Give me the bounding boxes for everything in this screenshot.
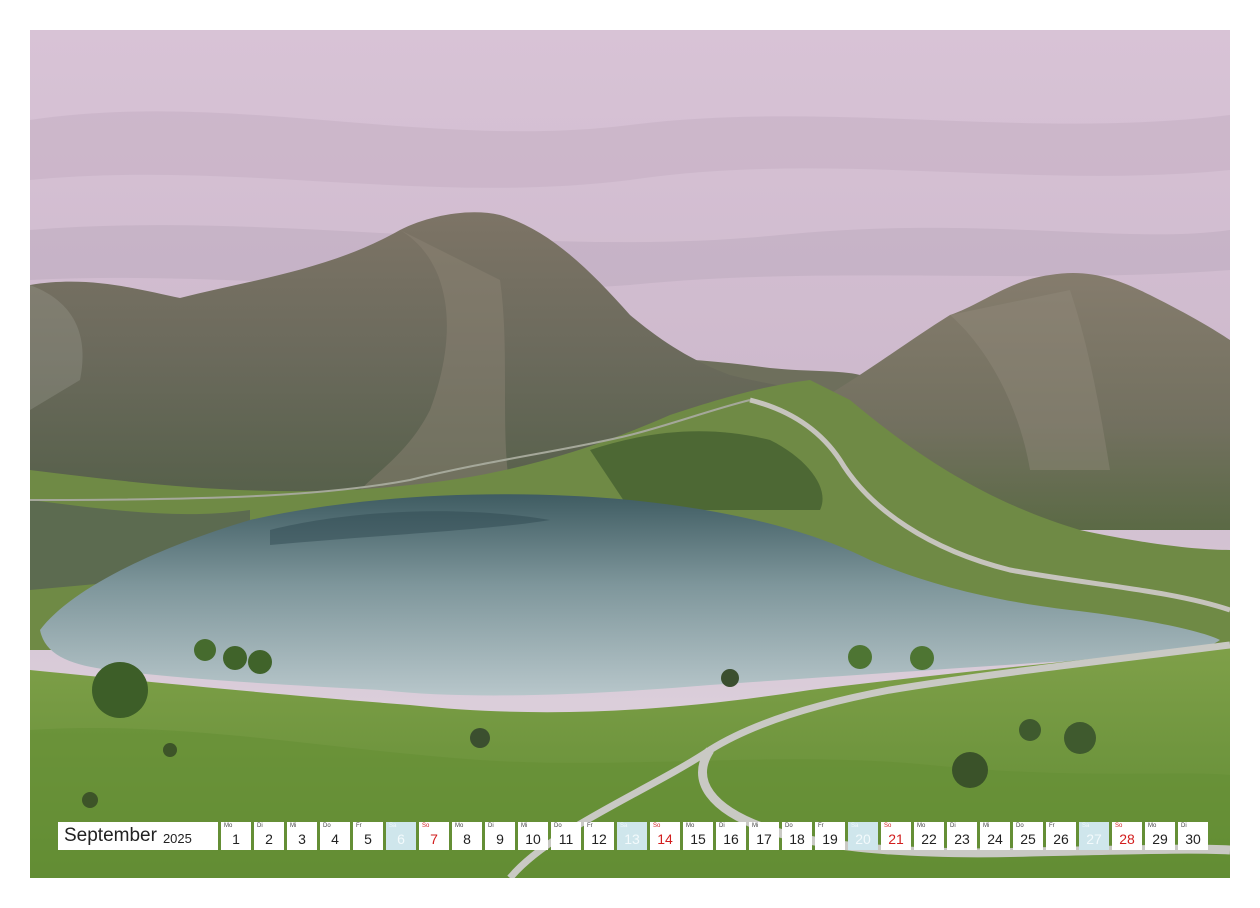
weekday-abbr: Di: [488, 823, 494, 829]
day-number: 10: [525, 831, 541, 847]
day-number: 16: [723, 831, 739, 847]
weekday-abbr: Fr: [818, 823, 824, 829]
day-number: 12: [591, 831, 607, 847]
day-number: 17: [756, 831, 772, 847]
day-cell: Mo 15: [683, 822, 713, 850]
day-number: 13: [624, 831, 640, 847]
weekday-abbr: Fr: [356, 823, 362, 829]
weekday-abbr: Sa: [389, 823, 397, 829]
day-number: 8: [463, 831, 471, 847]
day-cell: Fr 26: [1046, 822, 1076, 850]
day-cell: So 14: [650, 822, 680, 850]
day-cell: Di 9: [485, 822, 515, 850]
day-cell: Mo 8: [452, 822, 482, 850]
weekday-abbr: Di: [719, 823, 725, 829]
month-label-cell: September 2025: [58, 822, 218, 850]
day-number: 30: [1185, 831, 1201, 847]
weekday-abbr: Di: [950, 823, 956, 829]
day-number: 24: [987, 831, 1003, 847]
landscape-illustration: [30, 30, 1230, 878]
weekday-abbr: Mi: [290, 823, 297, 829]
day-number: 5: [364, 831, 372, 847]
day-number: 11: [558, 831, 574, 847]
day-number: 2: [265, 831, 273, 847]
day-number: 28: [1119, 831, 1135, 847]
day-number: 4: [331, 831, 339, 847]
weekday-abbr: Di: [257, 823, 263, 829]
day-cell: So 28: [1112, 822, 1142, 850]
day-cell: Di 2: [254, 822, 284, 850]
day-number: 7: [430, 831, 438, 847]
day-number: 25: [1020, 831, 1036, 847]
day-cell: Mo 22: [914, 822, 944, 850]
day-number: 18: [789, 831, 805, 847]
weekday-abbr: So: [422, 823, 430, 829]
day-number: 23: [954, 831, 970, 847]
day-cell: Di 16: [716, 822, 746, 850]
weekday-abbr: Mo: [917, 823, 926, 829]
weekday-abbr: Do: [554, 823, 562, 829]
day-cell: Fr 12: [584, 822, 614, 850]
day-cell: Fr 5: [353, 822, 383, 850]
day-number: 22: [921, 831, 937, 847]
day-number: 15: [690, 831, 706, 847]
day-cell: Mi 10: [518, 822, 548, 850]
weekday-abbr: Do: [785, 823, 793, 829]
weekday-abbr: Di: [1181, 823, 1187, 829]
day-cell: So 21: [881, 822, 911, 850]
day-number: 26: [1053, 831, 1069, 847]
day-number: 3: [298, 831, 306, 847]
weekday-abbr: Mo: [1148, 823, 1157, 829]
day-cell: Do 11: [551, 822, 581, 850]
day-cell: Do 18: [782, 822, 812, 850]
day-cell: Do 25: [1013, 822, 1043, 850]
weekday-abbr: Do: [323, 823, 331, 829]
day-cell: So 7: [419, 822, 449, 850]
calendar-strip: September 2025 Mo 1 Di 2 Mi 3 Do 4 Fr 5 Sa 6 So 7 Mo 8 D…: [58, 822, 1208, 850]
day-cell: Di 30: [1178, 822, 1208, 850]
day-number: 20: [855, 831, 871, 847]
weekday-abbr: Do: [1016, 823, 1024, 829]
day-cell: Sa 20: [848, 822, 878, 850]
month-name: September: [64, 825, 157, 846]
weekday-abbr: Mi: [752, 823, 759, 829]
weekday-abbr: Sa: [1082, 823, 1090, 829]
day-cell: Sa 6: [386, 822, 416, 850]
day-cell: Sa 13: [617, 822, 647, 850]
day-cell: Mi 24: [980, 822, 1010, 850]
month-year: 2025: [162, 830, 192, 846]
weekday-abbr: So: [884, 823, 892, 829]
weekday-abbr: Mi: [983, 823, 990, 829]
day-number: 1: [232, 831, 240, 847]
day-number: 9: [496, 831, 504, 847]
weekday-abbr: Fr: [587, 823, 593, 829]
weekday-abbr: Sa: [620, 823, 628, 829]
day-number: 27: [1086, 831, 1102, 847]
day-cell: Mo 29: [1145, 822, 1175, 850]
weekday-abbr: Mo: [686, 823, 695, 829]
weekday-abbr: Mi: [521, 823, 528, 829]
day-number: 29: [1152, 831, 1168, 847]
weekday-abbr: Mo: [224, 823, 233, 829]
day-cell: Fr 19: [815, 822, 845, 850]
day-number: 19: [822, 831, 838, 847]
weekday-abbr: Fr: [1049, 823, 1055, 829]
day-number: 14: [657, 831, 673, 847]
day-number: 6: [397, 831, 405, 847]
day-cell: Sa 27: [1079, 822, 1109, 850]
day-number: 21: [888, 831, 904, 847]
day-cell: Mi 17: [749, 822, 779, 850]
weekday-abbr: So: [653, 823, 661, 829]
day-cell: Di 23: [947, 822, 977, 850]
weekday-abbr: So: [1115, 823, 1123, 829]
day-cell: Mi 3: [287, 822, 317, 850]
weekday-abbr: Mo: [455, 823, 464, 829]
day-cell: Mo 1: [221, 822, 251, 850]
day-cell: Do 4: [320, 822, 350, 850]
weekday-abbr: Sa: [851, 823, 859, 829]
landscape-photo: [30, 30, 1230, 878]
